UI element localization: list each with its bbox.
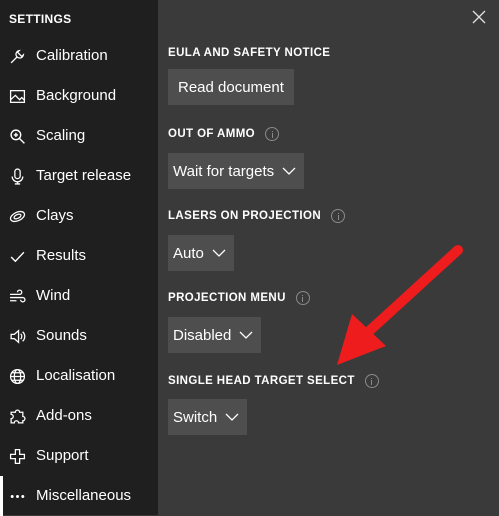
puzzle-icon bbox=[8, 407, 26, 425]
zoom-icon bbox=[8, 127, 26, 145]
sidebar-item-results[interactable]: Results bbox=[0, 236, 158, 276]
out-of-ammo-label-text: OUT OF AMMO bbox=[168, 128, 256, 140]
sidebar-item-label: Wind bbox=[36, 287, 71, 304]
plus-icon bbox=[8, 447, 26, 465]
sidebar-item-support[interactable]: Support bbox=[0, 436, 158, 476]
checkmark-icon bbox=[8, 247, 26, 265]
lasers-dropdown[interactable]: Auto bbox=[168, 235, 234, 271]
speaker-icon bbox=[8, 327, 26, 345]
out-of-ammo-label: OUT OF AMMO bbox=[168, 127, 280, 141]
single-head-label: SINGLE HEAD TARGET SELECT bbox=[168, 374, 379, 388]
out-of-ammo-value: Wait for targets bbox=[173, 162, 275, 180]
info-icon[interactable] bbox=[295, 291, 310, 305]
sidebar-item-scaling[interactable]: Scaling bbox=[0, 116, 158, 156]
more-icon bbox=[8, 487, 26, 505]
info-icon[interactable] bbox=[265, 127, 280, 141]
sidebar-item-label: Clays bbox=[36, 207, 74, 224]
image-icon bbox=[8, 87, 26, 105]
sidebar-item-target-release[interactable]: Target release bbox=[0, 156, 158, 196]
sidebar-item-miscellaneous[interactable]: Miscellaneous bbox=[0, 476, 158, 516]
info-icon[interactable] bbox=[331, 209, 346, 223]
info-icon[interactable] bbox=[364, 374, 379, 388]
sidebar-item-sounds[interactable]: Sounds bbox=[0, 316, 158, 356]
sidebar-item-label: Localisation bbox=[36, 367, 116, 384]
sidebar-item-label: Miscellaneous bbox=[36, 487, 132, 504]
sidebar-title: SETTINGS bbox=[9, 12, 72, 26]
single-head-dropdown[interactable]: Switch bbox=[168, 399, 248, 435]
chevron-down-icon bbox=[212, 249, 226, 257]
read-document-button[interactable]: Read document bbox=[168, 69, 294, 105]
sidebar-item-add-ons[interactable]: Add-ons bbox=[0, 396, 158, 436]
chevron-down-icon bbox=[282, 167, 296, 175]
sidebar-item-localisation[interactable]: Localisation bbox=[0, 356, 158, 396]
eula-label-text: EULA AND SAFETY NOTICE bbox=[168, 47, 331, 59]
microphone-icon bbox=[8, 167, 26, 185]
lasers-label: LASERS ON PROJECTION bbox=[168, 209, 346, 223]
sidebar-item-label: Scaling bbox=[36, 127, 86, 144]
sidebar-item-label: Support bbox=[36, 447, 89, 464]
globe-icon bbox=[8, 367, 26, 385]
chevron-down-icon bbox=[225, 413, 239, 421]
sidebar-item-wind[interactable]: Wind bbox=[0, 276, 158, 316]
sidebar-item-calibration[interactable]: Calibration bbox=[0, 36, 158, 76]
sidebar-item-background[interactable]: Background bbox=[0, 76, 158, 116]
sidebar-item-label: Results bbox=[36, 247, 87, 264]
wind-icon bbox=[8, 287, 26, 305]
sidebar-item-label: Sounds bbox=[36, 327, 87, 344]
projection-menu-label-text: PROJECTION MENU bbox=[168, 292, 286, 304]
sidebar-item-label: Background bbox=[36, 87, 117, 104]
sidebar-item-label: Add-ons bbox=[36, 407, 92, 424]
lasers-label-text: LASERS ON PROJECTION bbox=[168, 210, 322, 222]
wrench-icon bbox=[8, 47, 26, 65]
chevron-down-icon bbox=[239, 331, 253, 339]
clay-disc-icon bbox=[8, 207, 26, 225]
settings-sidebar: SETTINGS Calibration Background Scaling … bbox=[0, 0, 158, 516]
sidebar-item-label: Calibration bbox=[36, 47, 108, 64]
sidebar-item-label: Target release bbox=[36, 167, 132, 184]
out-of-ammo-dropdown[interactable]: Wait for targets bbox=[168, 153, 305, 189]
projection-menu-label: PROJECTION MENU bbox=[168, 291, 310, 305]
read-document-label: Read document bbox=[178, 78, 284, 96]
sidebar-item-clays[interactable]: Clays bbox=[0, 196, 158, 236]
settings-panel: EULA AND SAFETY NOTICE Read document OUT… bbox=[158, 0, 499, 515]
projection-menu-dropdown[interactable]: Disabled bbox=[168, 317, 262, 353]
lasers-value: Auto bbox=[173, 244, 204, 262]
close-icon[interactable] bbox=[469, 7, 489, 27]
eula-label: EULA AND SAFETY NOTICE bbox=[168, 47, 330, 59]
single-head-value: Switch bbox=[173, 408, 218, 426]
single-head-label-text: SINGLE HEAD TARGET SELECT bbox=[168, 375, 355, 387]
projection-menu-value: Disabled bbox=[173, 326, 232, 344]
